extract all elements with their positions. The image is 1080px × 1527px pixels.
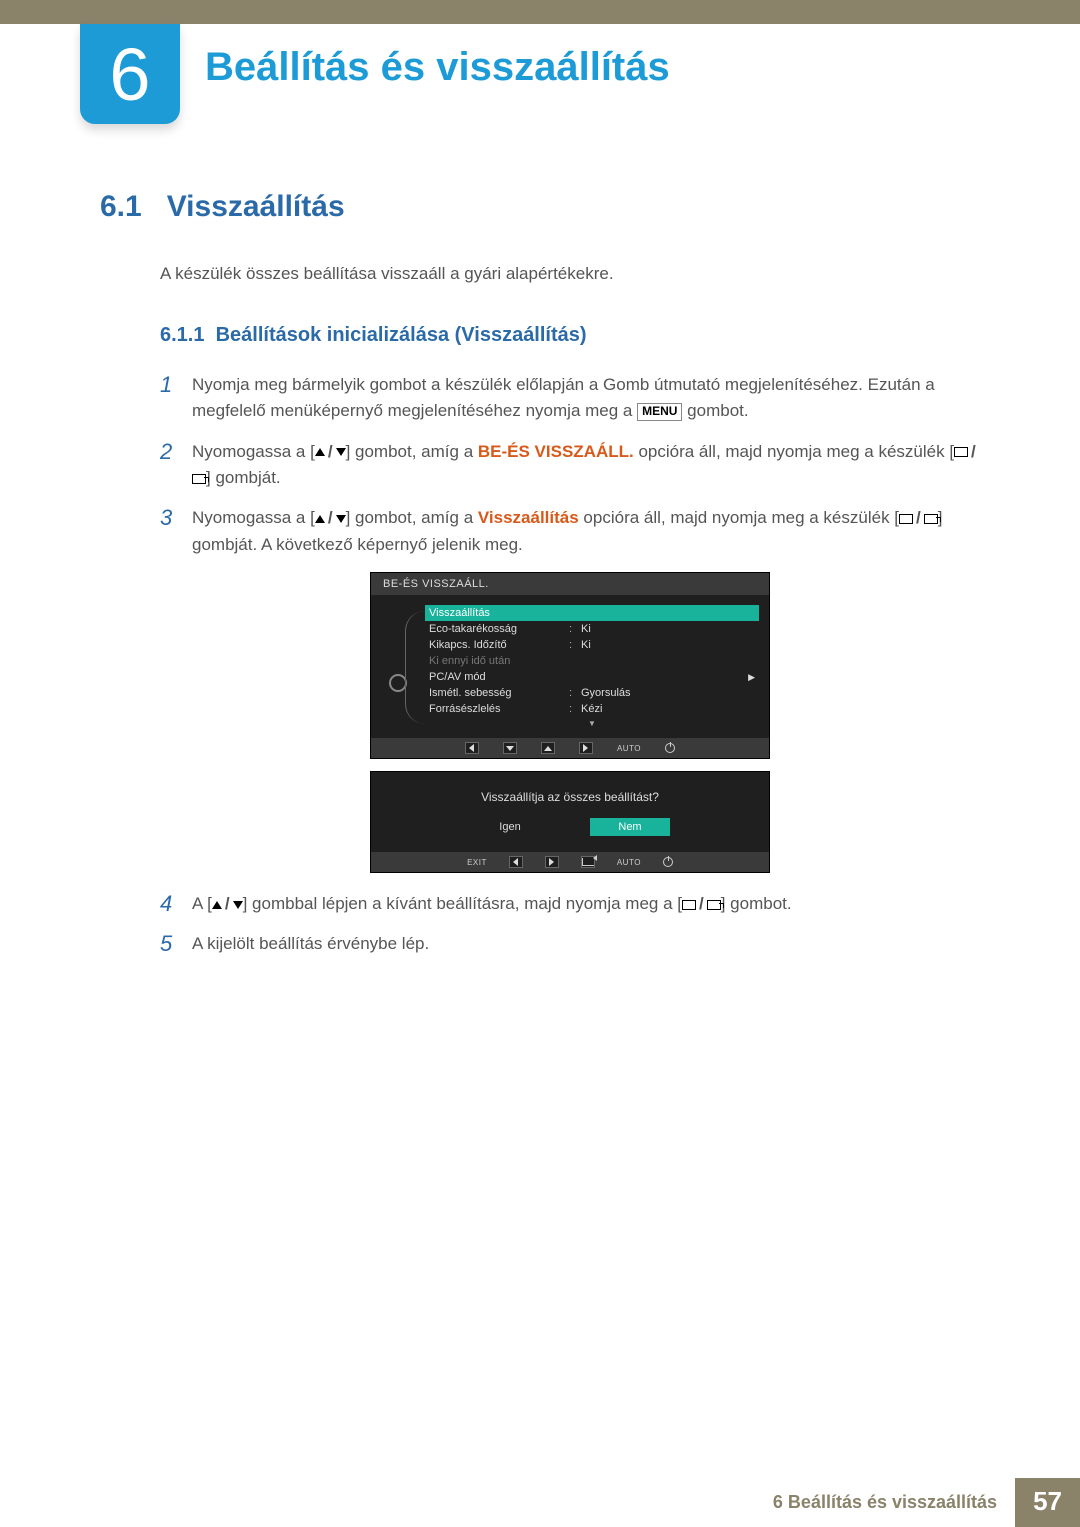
submenu-arrow-icon: ▶	[741, 672, 755, 683]
nav-right-icon[interactable]	[579, 742, 593, 754]
subsection-title: Beállítások inicializálása (Visszaállítá…	[216, 324, 587, 346]
source-icon	[192, 474, 206, 484]
step-text: A kijelölt beállítás érvénybe lép.	[192, 931, 980, 957]
chapter-badge: 6	[80, 24, 180, 124]
header-bar	[0, 0, 1080, 24]
section-heading: 6.1 Visszaállítás	[100, 190, 980, 224]
nav-auto-button[interactable]: AUTO	[617, 744, 641, 753]
down-arrow-icon	[336, 448, 346, 456]
down-arrow-icon	[336, 515, 346, 523]
step-5: 5 A kijelölt beállítás érvénybe lép.	[160, 931, 980, 957]
osd-item[interactable]: Kikapcs. Időzítő:Ki	[425, 637, 759, 653]
up-arrow-icon	[315, 515, 325, 523]
rect-icon	[954, 447, 968, 457]
osd-items: Visszaállítás Eco-takarékosság:Ki Kikapc…	[425, 601, 769, 734]
nav-right-icon[interactable]	[545, 856, 559, 868]
osd-item[interactable]: Ismétl. sebesség:Gyorsulás	[425, 685, 759, 701]
content: 6.1 Visszaállítás A készülék összes beál…	[100, 190, 980, 972]
source-icon	[707, 900, 721, 910]
footer-chapter: 6 Beállítás és visszaállítás	[755, 1478, 1015, 1527]
osd-item-disabled: Ki ennyi idő után	[425, 653, 759, 669]
up-arrow-icon	[315, 448, 325, 456]
nav-up-icon[interactable]	[541, 742, 555, 754]
osd-nav-bar: AUTO	[371, 738, 769, 758]
osd-item[interactable]: PC/AV mód▶	[425, 669, 759, 685]
osd-item-selected[interactable]: Visszaállítás	[425, 605, 759, 621]
chapter-number: 6	[109, 32, 150, 117]
step-number: 1	[160, 372, 192, 425]
up-arrow-icon	[212, 901, 222, 909]
step-3: 3 Nyomogassa a [/] gombot, amíg a Vissza…	[160, 505, 980, 558]
scroll-down-icon: ▼	[425, 717, 759, 730]
step-number: 5	[160, 931, 192, 957]
step-text: A [/] gombbal lépjen a kívánt beállításr…	[192, 891, 980, 917]
osd-item[interactable]: Forrásészlelés:Kézi	[425, 701, 759, 717]
osd-menu: BE-ÉS VISSZAÁLL. Visszaállítás Eco-takar…	[370, 572, 770, 759]
osd-title: BE-ÉS VISSZAÁLL.	[371, 573, 769, 595]
step-1: 1 Nyomja meg bármelyik gombot a készülék…	[160, 372, 980, 425]
nav-down-icon[interactable]	[503, 742, 517, 754]
step-text: Nyomogassa a [/] gombot, amíg a Visszaál…	[192, 505, 980, 558]
power-icon[interactable]	[665, 743, 675, 753]
step-number: 3	[160, 505, 192, 558]
step-number: 2	[160, 439, 192, 492]
step-text: Nyomogassa a [/] gombot, amíg a BE-ÉS VI…	[192, 439, 980, 492]
confirm-no-button[interactable]: Nem	[590, 818, 670, 836]
highlight-option: Visszaállítás	[478, 508, 579, 527]
section-title: Visszaállítás	[167, 190, 345, 224]
section-intro: A készülék összes beállítása visszaáll a…	[160, 264, 980, 284]
down-arrow-icon	[233, 901, 243, 909]
confirm-dialog: Visszaállítja az összes beállítást? Igen…	[370, 771, 770, 873]
osd-item[interactable]: Eco-takarékosság:Ki	[425, 621, 759, 637]
nav-auto-button[interactable]: AUTO	[617, 858, 641, 867]
step-4: 4 A [/] gombbal lépjen a kívánt beállítá…	[160, 891, 980, 917]
confirm-nav-bar: EXIT AUTO	[371, 852, 769, 872]
step-2: 2 Nyomogassa a [/] gombot, amíg a BE-ÉS …	[160, 439, 980, 492]
confirm-yes-button[interactable]: Igen	[470, 818, 550, 836]
highlight-option: BE-ÉS VISSZAÁLL.	[478, 442, 634, 461]
source-icon	[924, 514, 938, 524]
power-icon[interactable]	[663, 857, 673, 867]
nav-left-icon[interactable]	[509, 856, 523, 868]
subsection-heading: 6.1.1 Beállítások inicializálása (Vissza…	[160, 324, 980, 347]
step-text: Nyomja meg bármelyik gombot a készülék e…	[192, 372, 980, 425]
nav-left-icon[interactable]	[465, 742, 479, 754]
nav-enter-icon[interactable]	[581, 856, 595, 868]
confirm-question: Visszaállítja az összes beállítást?	[371, 772, 769, 818]
rect-icon	[682, 900, 696, 910]
rect-icon	[899, 514, 913, 524]
nav-exit-button[interactable]: EXIT	[467, 858, 487, 867]
footer: 6 Beállítás és visszaállítás 57	[0, 1478, 1080, 1527]
subsection-number: 6.1.1	[160, 324, 204, 346]
footer-page-number: 57	[1015, 1478, 1080, 1527]
steps-list: 1 Nyomja meg bármelyik gombot a készülék…	[160, 372, 980, 958]
chapter-title: Beállítás és visszaállítás	[205, 45, 670, 90]
section-number: 6.1	[100, 190, 142, 224]
menu-button-icon: MENU	[637, 403, 682, 421]
step-number: 4	[160, 891, 192, 917]
